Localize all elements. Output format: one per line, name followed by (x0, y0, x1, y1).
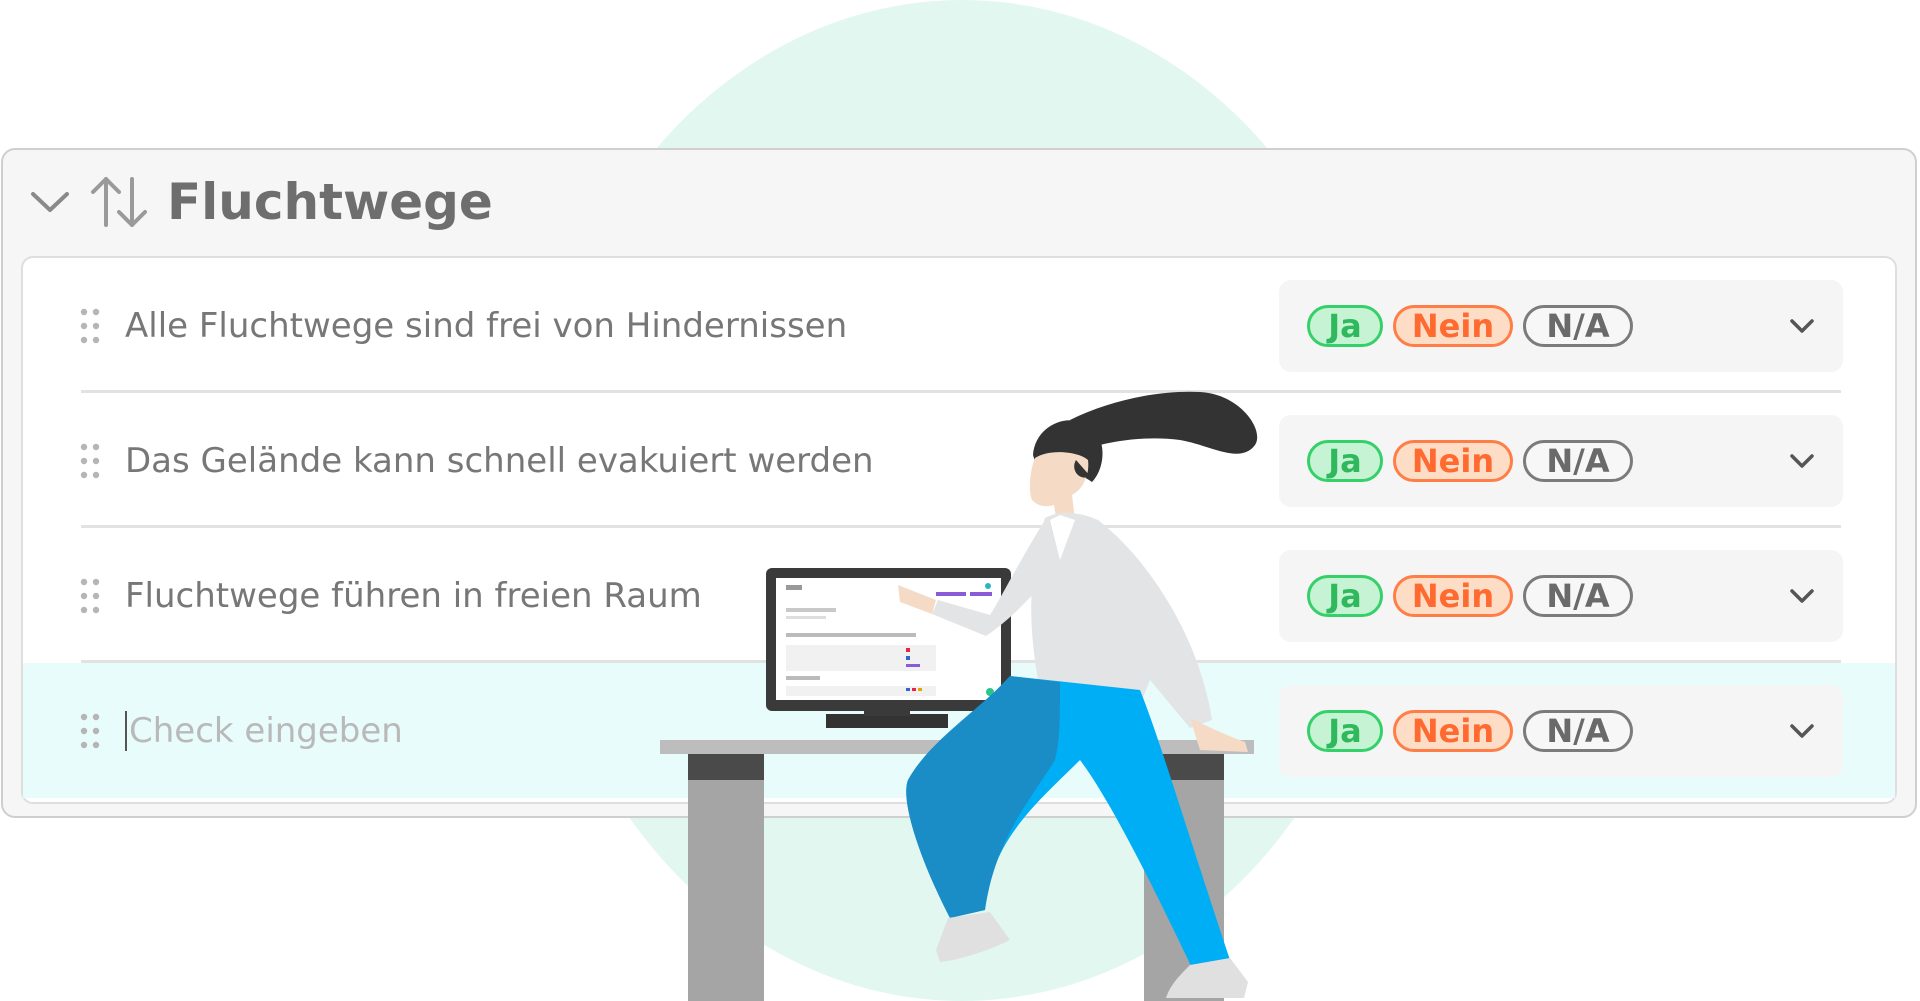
drag-handle-icon[interactable] (79, 577, 101, 615)
answer-options: Ja Nein N/A (1279, 684, 1843, 777)
chevron-down-icon[interactable] (27, 179, 73, 225)
checklist-section: Fluchtwege Alle Fluchtwege sind frei von… (1, 148, 1917, 818)
check-label: Alle Fluchtwege sind frei von Hinderniss… (125, 305, 848, 346)
check-row: Alle Fluchtwege sind frei von Hinderniss… (23, 258, 1895, 393)
answer-na-button[interactable]: N/A (1523, 439, 1633, 482)
answer-yes-button[interactable]: Ja (1307, 574, 1383, 617)
answer-yes-button[interactable]: Ja (1307, 709, 1383, 752)
new-check-row: Check eingeben Ja Nein N/A (23, 663, 1895, 798)
answer-yes-button[interactable]: Ja (1307, 439, 1383, 482)
chevron-down-icon[interactable] (1785, 579, 1819, 613)
check-row: Das Gelände kann schnell evakuiert werde… (23, 393, 1895, 528)
answer-options: Ja Nein N/A (1279, 414, 1843, 507)
answer-no-button[interactable]: Nein (1393, 439, 1513, 482)
check-input[interactable]: Check eingeben (125, 710, 403, 751)
drag-handle-icon[interactable] (79, 712, 101, 750)
chevron-down-icon[interactable] (1785, 444, 1819, 478)
answer-na-button[interactable]: N/A (1523, 574, 1633, 617)
section-title: Fluchtwege (167, 173, 493, 231)
check-row: Fluchtwege führen in freien Raum Ja Nein… (23, 528, 1895, 663)
answer-options: Ja Nein N/A (1279, 279, 1843, 372)
answer-no-button[interactable]: Nein (1393, 709, 1513, 752)
drag-handle-icon[interactable] (79, 307, 101, 345)
section-header: Fluchtwege (27, 172, 493, 232)
answer-no-button[interactable]: Nein (1393, 304, 1513, 347)
answer-options: Ja Nein N/A (1279, 549, 1843, 642)
answer-yes-button[interactable]: Ja (1307, 304, 1383, 347)
sort-arrows-icon[interactable] (87, 172, 151, 232)
answer-na-button[interactable]: N/A (1523, 304, 1633, 347)
check-list: Alle Fluchtwege sind frei von Hinderniss… (21, 256, 1897, 804)
chevron-down-icon[interactable] (1785, 714, 1819, 748)
check-label: Das Gelände kann schnell evakuiert werde… (125, 440, 874, 481)
chevron-down-icon[interactable] (1785, 309, 1819, 343)
answer-no-button[interactable]: Nein (1393, 574, 1513, 617)
drag-handle-icon[interactable] (79, 442, 101, 480)
check-label: Fluchtwege führen in freien Raum (125, 575, 702, 616)
answer-na-button[interactable]: N/A (1523, 709, 1633, 752)
